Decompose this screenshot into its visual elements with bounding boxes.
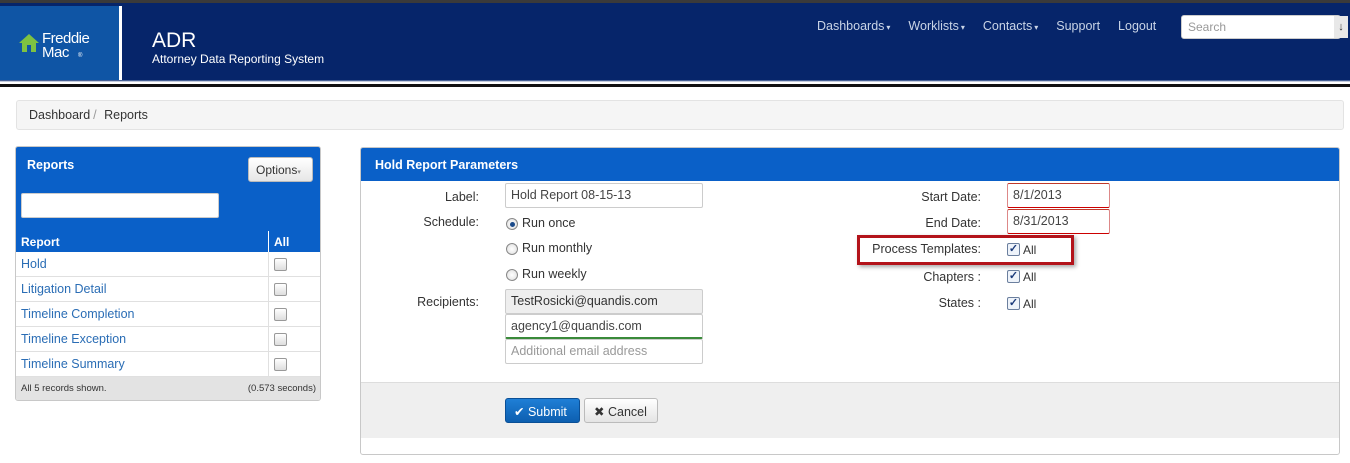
breadcrumb: Dashboard / Reports [16, 100, 1344, 130]
reports-panel-footer: All 5 records shown. (0.573 seconds) [16, 377, 320, 400]
run-weekly-label: Run weekly [522, 267, 587, 281]
report-link-hold[interactable]: Hold [21, 257, 47, 271]
house-icon [19, 34, 39, 52]
params-panel-title: Hold Report Parameters [361, 148, 1339, 181]
radio-run-weekly[interactable] [506, 269, 518, 281]
nav-dashboards[interactable]: Dashboards ▾ [817, 19, 890, 33]
arrow-down-icon[interactable]: ↓ [1334, 16, 1348, 38]
label-input[interactable]: Hold Report 08-15-13 [505, 183, 703, 208]
report-link-litigation-detail[interactable]: Litigation Detail [21, 282, 106, 296]
reports-panel: Reports Options▾ Report All Hold Litigat… [15, 146, 321, 401]
options-button[interactable]: Options▾ [248, 157, 313, 182]
col-report: Report [21, 235, 60, 249]
col-all: All [274, 235, 290, 249]
row-checkbox[interactable] [274, 308, 287, 321]
schedule-label: Schedule: [423, 215, 479, 229]
app-title: ADR [152, 29, 197, 52]
report-filter-input[interactable] [21, 193, 219, 218]
additional-email-input[interactable]: Additional email address [505, 339, 703, 364]
caret-down-icon: ▾ [297, 169, 301, 176]
start-date-label: Start Date: [921, 190, 981, 204]
process-templates-checkbox[interactable]: ✓ [1007, 243, 1020, 256]
report-link-timeline-summary[interactable]: Timeline Summary [21, 357, 125, 371]
row-checkbox[interactable] [274, 333, 287, 346]
states-checkbox[interactable]: ✓ [1007, 297, 1020, 310]
breadcrumb-separator: / [93, 108, 97, 122]
search-input[interactable]: Search [1181, 15, 1341, 39]
caret-down-icon: ▾ [886, 23, 891, 32]
radio-run-once[interactable] [506, 218, 518, 230]
caret-down-icon: ▾ [960, 23, 965, 32]
nav-worklists[interactable]: Worklists ▾ [908, 19, 964, 33]
close-icon: ✖ [594, 405, 605, 419]
nav-contacts[interactable]: Contacts ▾ [983, 19, 1038, 33]
recipient-input[interactable]: agency1@quandis.com [505, 314, 703, 339]
table-row: Timeline Summary [16, 352, 320, 377]
table-row: Litigation Detail [16, 277, 320, 302]
states-label: States : [938, 296, 981, 310]
start-date-input[interactable]: 8/1/2013 [1007, 183, 1110, 208]
cancel-button[interactable]: ✖ Cancel [584, 398, 658, 423]
run-once-label: Run once [522, 216, 576, 230]
app-subtitle: Attorney Data Reporting System [152, 52, 325, 66]
logo-line2: Mac [42, 44, 69, 61]
process-templates-label: Process Templates: [872, 242, 981, 256]
report-link-timeline-completion[interactable]: Timeline Completion [21, 307, 134, 321]
nav-support[interactable]: Support [1056, 19, 1100, 33]
chapters-label: Chapters : [923, 270, 981, 284]
process-templates-all: All [1023, 243, 1037, 257]
label-label: Label: [444, 190, 479, 204]
chapters-all: All [1023, 270, 1037, 284]
form-actions: ✔ Submit ✖ Cancel [361, 382, 1339, 438]
row-checkbox[interactable] [274, 358, 287, 371]
top-nav: Dashboards ▾ Worklists ▾ Contacts ▾ Support… [817, 19, 1174, 33]
states-all: All [1023, 297, 1037, 311]
breadcrumb-reports: Reports [104, 108, 148, 122]
records-count: All 5 records shown. [21, 383, 107, 394]
chapters-checkbox[interactable]: ✓ [1007, 270, 1020, 283]
params-panel: Hold Report Parameters Label: Hold Repor… [360, 147, 1340, 455]
report-link-timeline-exception[interactable]: Timeline Exception [21, 332, 126, 346]
freddie-mac-logo[interactable]: Freddie Mac ® [0, 6, 122, 83]
logo-registered-mark: ® [78, 53, 82, 59]
table-row: Timeline Completion [16, 302, 320, 327]
reports-panel-title: Reports [27, 158, 75, 172]
reports-table-header: Report All [16, 231, 320, 252]
table-row: Hold [16, 252, 320, 277]
end-date-label: End Date: [925, 216, 981, 230]
check-icon: ✔ [514, 405, 525, 419]
nav-logout[interactable]: Logout [1118, 19, 1156, 33]
recipients-label: Recipients: [417, 295, 479, 309]
query-time: (0.573 seconds) [247, 383, 316, 394]
app-header: Freddie Mac ® ADR Attorney Data Reportin… [0, 0, 1350, 88]
caret-down-icon: ▾ [1034, 23, 1039, 32]
end-date-input[interactable]: 8/31/2013 [1007, 209, 1110, 234]
submit-button[interactable]: ✔ Submit [505, 398, 580, 423]
recipient-readonly: TestRosicki@quandis.com [505, 289, 703, 314]
table-row: Timeline Exception [16, 327, 320, 352]
breadcrumb-dashboard[interactable]: Dashboard [29, 108, 90, 122]
run-monthly-label: Run monthly [522, 241, 593, 255]
row-checkbox[interactable] [274, 258, 287, 271]
radio-run-monthly[interactable] [506, 243, 518, 255]
row-checkbox[interactable] [274, 283, 287, 296]
